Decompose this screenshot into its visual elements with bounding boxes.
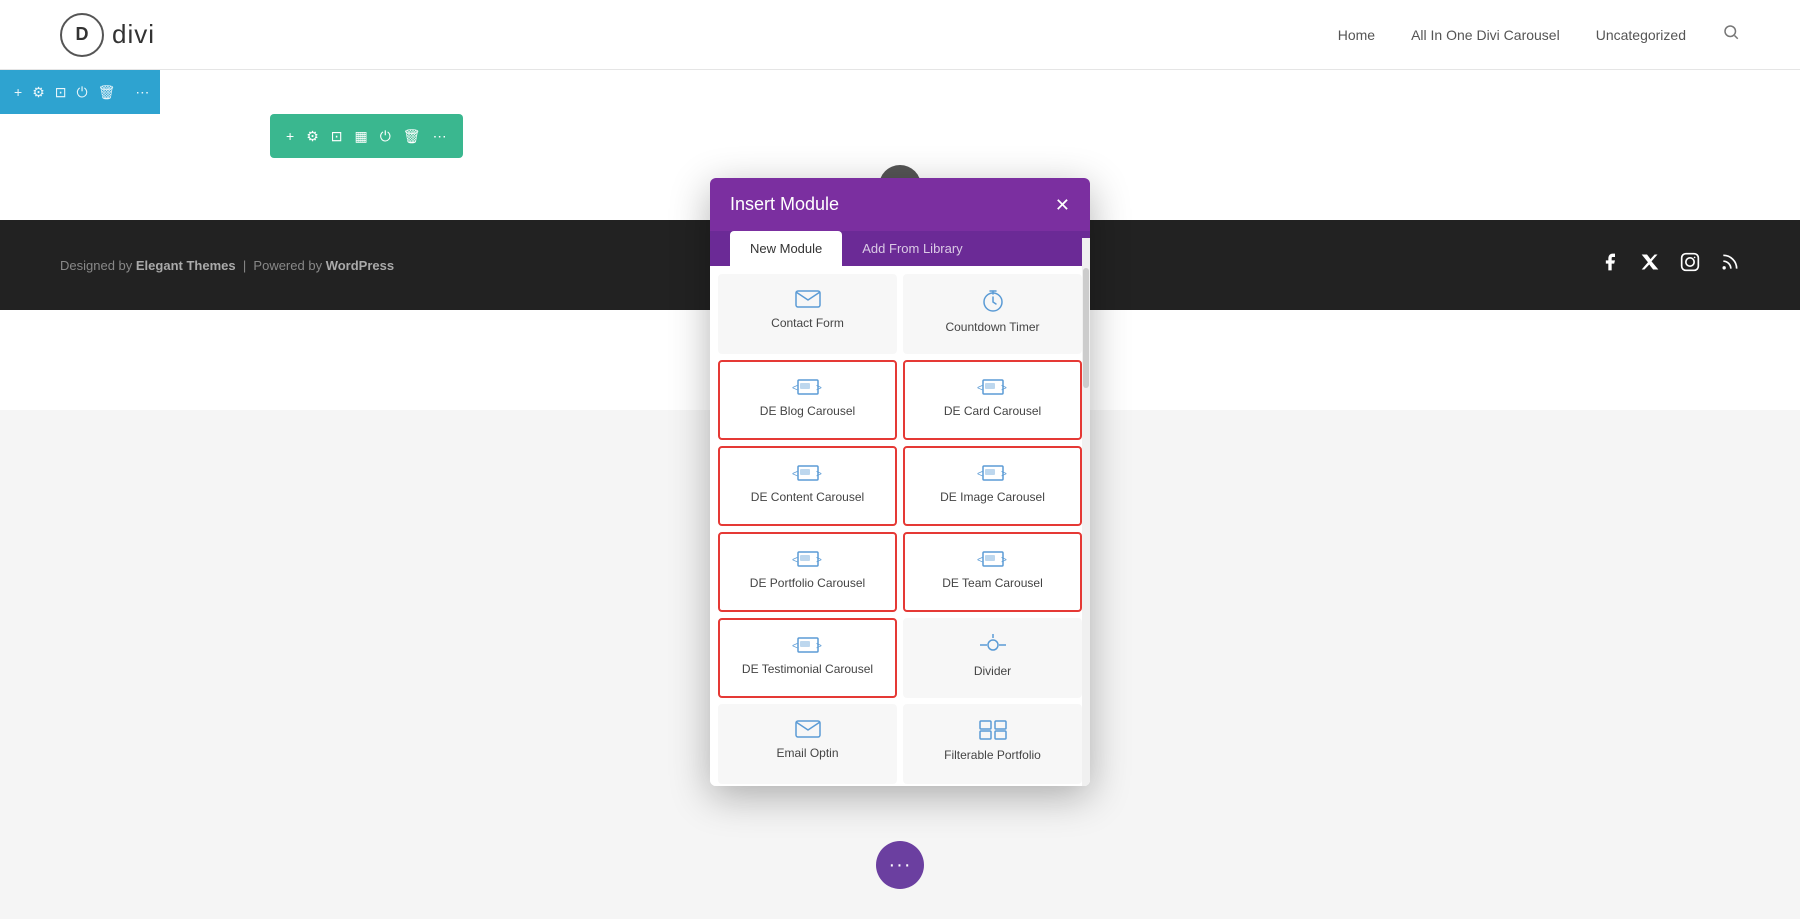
modal-tabs: New Module Add From Library bbox=[710, 231, 1090, 266]
logo-icon: D bbox=[60, 13, 104, 57]
contact-form-label: Contact Form bbox=[771, 316, 844, 332]
rss-icon[interactable] bbox=[1720, 252, 1740, 278]
dots-icon: ··· bbox=[889, 854, 912, 877]
svg-text:>: > bbox=[816, 641, 822, 652]
de-image-carousel-icon: < > bbox=[977, 464, 1009, 482]
more-options-button[interactable]: ··· bbox=[876, 841, 924, 889]
svg-text:>: > bbox=[816, 555, 822, 566]
scrollbar-track bbox=[1082, 238, 1090, 786]
top-nav: D divi Home All In One Divi Carousel Unc… bbox=[0, 0, 1800, 70]
nav-home[interactable]: Home bbox=[1338, 27, 1375, 43]
de-testimonial-carousel-icon: < > bbox=[792, 636, 824, 654]
email-optin-label: Email Optin bbox=[776, 746, 838, 762]
instagram-icon[interactable] bbox=[1680, 252, 1700, 278]
svg-text:>: > bbox=[816, 469, 822, 480]
logo-text: divi bbox=[112, 19, 155, 50]
nav-search-icon[interactable] bbox=[1722, 23, 1740, 46]
svg-text:<: < bbox=[792, 641, 798, 652]
divider-label: Divider bbox=[974, 664, 1011, 680]
footer-social-icons bbox=[1600, 252, 1740, 278]
tab-new-module[interactable]: New Module bbox=[730, 231, 842, 266]
modal-header: Insert Module ✕ bbox=[710, 178, 1090, 231]
section-more-icon[interactable]: ⋯ bbox=[433, 128, 447, 145]
de-content-carousel-icon: < > bbox=[792, 464, 824, 482]
svg-text:>: > bbox=[1001, 383, 1007, 394]
countdown-timer-icon bbox=[982, 290, 1004, 312]
de-portfolio-carousel-label: DE Portfolio Carousel bbox=[750, 576, 865, 592]
toolbar-more-icon[interactable]: ⋯ bbox=[135, 84, 149, 101]
module-de-content-carousel[interactable]: < > DE Content Carousel bbox=[718, 446, 897, 526]
divider-icon bbox=[980, 634, 1006, 656]
filterable-portfolio-label: Filterable Portfolio bbox=[944, 748, 1041, 764]
svg-text:>: > bbox=[1001, 555, 1007, 566]
toolbar-delete-icon[interactable]: 🗑 bbox=[98, 84, 116, 101]
insert-module-modal: Insert Module ✕ New Module Add From Libr… bbox=[710, 178, 1090, 786]
section-add-icon[interactable]: + bbox=[286, 128, 294, 144]
toolbar-layout-icon[interactable]: ⊡ bbox=[55, 84, 67, 101]
elegant-themes-link[interactable]: Elegant Themes bbox=[136, 258, 236, 273]
email-optin-icon bbox=[795, 720, 821, 738]
de-card-carousel-icon: < > bbox=[977, 378, 1009, 396]
module-de-card-carousel[interactable]: < > DE Card Carousel bbox=[903, 360, 1082, 440]
de-blog-carousel-label: DE Blog Carousel bbox=[760, 404, 855, 420]
module-grid: Contact Form Countdown Timer bbox=[710, 266, 1090, 786]
footer-credit: Designed by Elegant Themes | Powered by … bbox=[60, 258, 394, 273]
module-countdown-timer[interactable]: Countdown Timer bbox=[903, 274, 1082, 354]
toolbar-add-icon[interactable]: + bbox=[14, 84, 22, 100]
section-power-icon[interactable]: ⏻ bbox=[380, 128, 391, 145]
svg-text:<: < bbox=[792, 469, 798, 480]
contact-form-icon bbox=[795, 290, 821, 308]
section-delete-icon[interactable]: 🗑 bbox=[403, 128, 421, 145]
section-settings-icon[interactable]: ⚙ bbox=[306, 128, 319, 145]
filterable-portfolio-icon bbox=[979, 720, 1007, 740]
logo-area: D divi bbox=[60, 13, 155, 57]
section-grid-icon[interactable]: ▦ bbox=[354, 128, 367, 145]
de-card-carousel-label: DE Card Carousel bbox=[944, 404, 1041, 420]
wordpress-link[interactable]: WordPress bbox=[326, 258, 394, 273]
tab-add-from-library[interactable]: Add From Library bbox=[842, 231, 982, 266]
scrollbar-thumb[interactable] bbox=[1083, 268, 1089, 388]
module-divider[interactable]: Divider bbox=[903, 618, 1082, 698]
toolbar-power-icon[interactable]: ⏻ bbox=[76, 84, 87, 101]
module-de-image-carousel[interactable]: < > DE Image Carousel bbox=[903, 446, 1082, 526]
toolbar-settings-icon[interactable]: ⚙ bbox=[32, 84, 45, 101]
svg-text:<: < bbox=[977, 383, 983, 394]
module-de-team-carousel[interactable]: < > DE Team Carousel bbox=[903, 532, 1082, 612]
svg-text:<: < bbox=[977, 469, 983, 480]
modal-title: Insert Module bbox=[730, 194, 839, 215]
module-email-optin[interactable]: Email Optin bbox=[718, 704, 897, 784]
module-de-portfolio-carousel[interactable]: < > DE Portfolio Carousel bbox=[718, 532, 897, 612]
module-contact-form[interactable]: Contact Form bbox=[718, 274, 897, 354]
countdown-timer-label: Countdown Timer bbox=[945, 320, 1039, 336]
svg-text:<: < bbox=[792, 383, 798, 394]
module-de-testimonial-carousel[interactable]: < > DE Testimonial Carousel bbox=[718, 618, 897, 698]
module-de-blog-carousel[interactable]: < > DE Blog Carousel bbox=[718, 360, 897, 440]
svg-text:>: > bbox=[1001, 469, 1007, 480]
top-toolbar: + ⚙ ⊡ ⏻ 🗑 ⋯ bbox=[0, 70, 160, 114]
de-team-carousel-icon: < > bbox=[977, 550, 1009, 568]
de-image-carousel-label: DE Image Carousel bbox=[940, 490, 1045, 506]
svg-text:>: > bbox=[816, 383, 822, 394]
svg-text:<: < bbox=[977, 555, 983, 566]
nav-uncategorized[interactable]: Uncategorized bbox=[1596, 27, 1686, 43]
twitter-x-icon[interactable] bbox=[1640, 252, 1660, 278]
module-filterable-portfolio[interactable]: Filterable Portfolio bbox=[903, 704, 1082, 784]
de-content-carousel-label: DE Content Carousel bbox=[751, 490, 864, 506]
de-testimonial-carousel-label: DE Testimonial Carousel bbox=[742, 662, 873, 678]
facebook-icon[interactable] bbox=[1600, 252, 1620, 278]
svg-text:<: < bbox=[792, 555, 798, 566]
nav-links: Home All In One Divi Carousel Uncategori… bbox=[1338, 23, 1740, 46]
de-team-carousel-label: DE Team Carousel bbox=[942, 576, 1043, 592]
nav-carousel[interactable]: All In One Divi Carousel bbox=[1411, 27, 1560, 43]
section-layout-icon[interactable]: ⊡ bbox=[331, 128, 343, 145]
de-blog-carousel-icon: < > bbox=[792, 378, 824, 396]
modal-close-button[interactable]: ✕ bbox=[1055, 196, 1070, 214]
section-toolbar: + ⚙ ⊡ ▦ ⏻ 🗑 ⋯ bbox=[270, 114, 463, 158]
de-portfolio-carousel-icon: < > bbox=[792, 550, 824, 568]
